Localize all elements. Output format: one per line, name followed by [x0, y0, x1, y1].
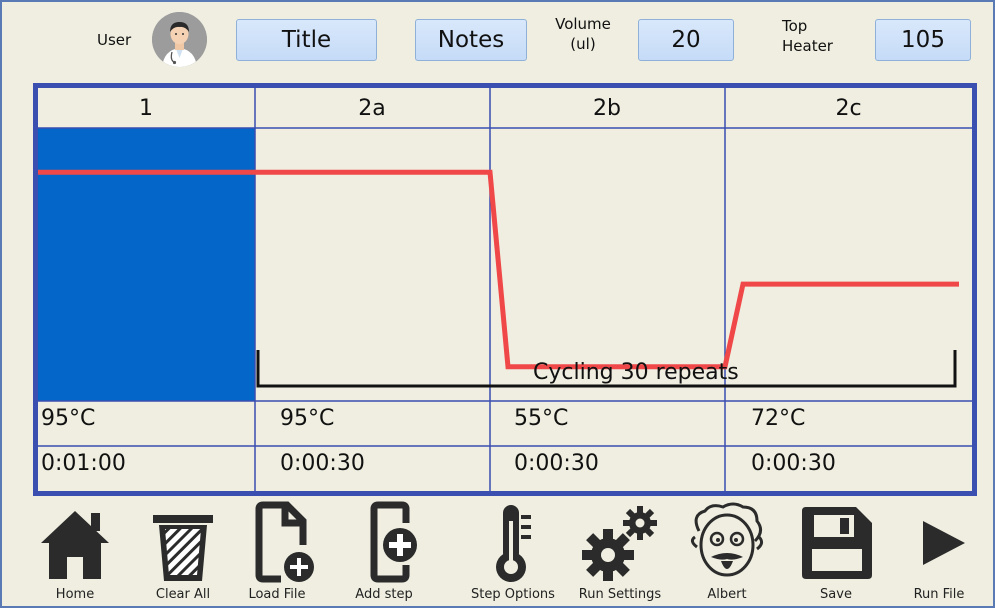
step-options-button[interactable]: Step Options — [459, 498, 567, 604]
run-settings-button[interactable]: Run Settings — [572, 498, 668, 604]
step-header-2b[interactable]: 2b — [490, 88, 724, 128]
step-2b-temperature[interactable]: 55°C — [514, 401, 568, 435]
step-header-2c[interactable]: 2c — [725, 88, 972, 128]
program-grid: 1 2a 2b 2c Cycling 30 repeats 95°C 95°C … — [33, 83, 977, 496]
save-label: Save — [820, 587, 852, 602]
trash-icon — [153, 515, 213, 581]
save-button[interactable]: Save — [786, 498, 886, 604]
step-2c-temperature[interactable]: 72°C — [751, 401, 805, 435]
albert-button[interactable]: Albert — [679, 498, 775, 604]
clear-all-label: Clear All — [155, 587, 211, 602]
step-2a-time[interactable]: 0:00:30 — [280, 446, 365, 480]
step-header-2a[interactable]: 2a — [255, 88, 489, 128]
step-header-1[interactable]: 1 — [38, 88, 254, 128]
title-button[interactable]: Title — [236, 19, 377, 61]
add-step-icon — [370, 501, 417, 583]
cycling-label: Cycling 30 repeats — [533, 360, 739, 385]
gears-icon — [582, 506, 657, 581]
run-settings-label: Run Settings — [578, 587, 662, 602]
albert-icon — [690, 502, 764, 577]
volume-label-line1: Volume — [555, 15, 611, 33]
doctor-avatar-icon — [152, 12, 207, 67]
step-1-time[interactable]: 0:01:00 — [41, 446, 126, 480]
step-2a-temperature[interactable]: 95°C — [280, 401, 334, 435]
home-label: Home — [55, 587, 95, 602]
user-label: User — [97, 31, 132, 49]
top-heater-label: Top Heater — [782, 16, 833, 56]
floppy-icon — [802, 507, 872, 579]
home-icon — [41, 511, 109, 579]
load-file-button[interactable]: Load File — [227, 498, 327, 604]
clear-all-button[interactable]: Clear All — [133, 498, 233, 604]
play-icon — [923, 521, 965, 565]
run-file-button[interactable]: Run File — [889, 498, 989, 604]
volume-label: Volume (ul) — [550, 14, 616, 54]
home-button[interactable]: Home — [25, 498, 125, 604]
add-step-button[interactable]: Add step — [334, 498, 434, 604]
volume-label-line2: (ul) — [570, 35, 596, 53]
top-heater-label-line2: Heater — [782, 37, 833, 55]
notes-button[interactable]: Notes — [415, 19, 527, 61]
volume-input[interactable]: 20 — [638, 19, 734, 61]
load-file-icon — [255, 501, 314, 583]
top-heater-label-line1: Top — [782, 17, 808, 35]
top-heater-input[interactable]: 105 — [875, 19, 971, 61]
run-file-label: Run File — [913, 587, 965, 602]
program-graph — [38, 88, 972, 491]
active-step-highlight — [38, 128, 255, 401]
albert-label: Albert — [707, 587, 747, 602]
thermometer-icon — [496, 505, 531, 582]
user-avatar[interactable] — [152, 12, 207, 67]
step-2b-time[interactable]: 0:00:30 — [514, 446, 599, 480]
load-file-label: Load File — [248, 587, 306, 602]
step-options-label: Step Options — [471, 587, 555, 602]
step-1-temperature[interactable]: 95°C — [41, 401, 95, 435]
add-step-label: Add step — [355, 587, 413, 602]
step-2c-time[interactable]: 0:00:30 — [751, 446, 836, 480]
